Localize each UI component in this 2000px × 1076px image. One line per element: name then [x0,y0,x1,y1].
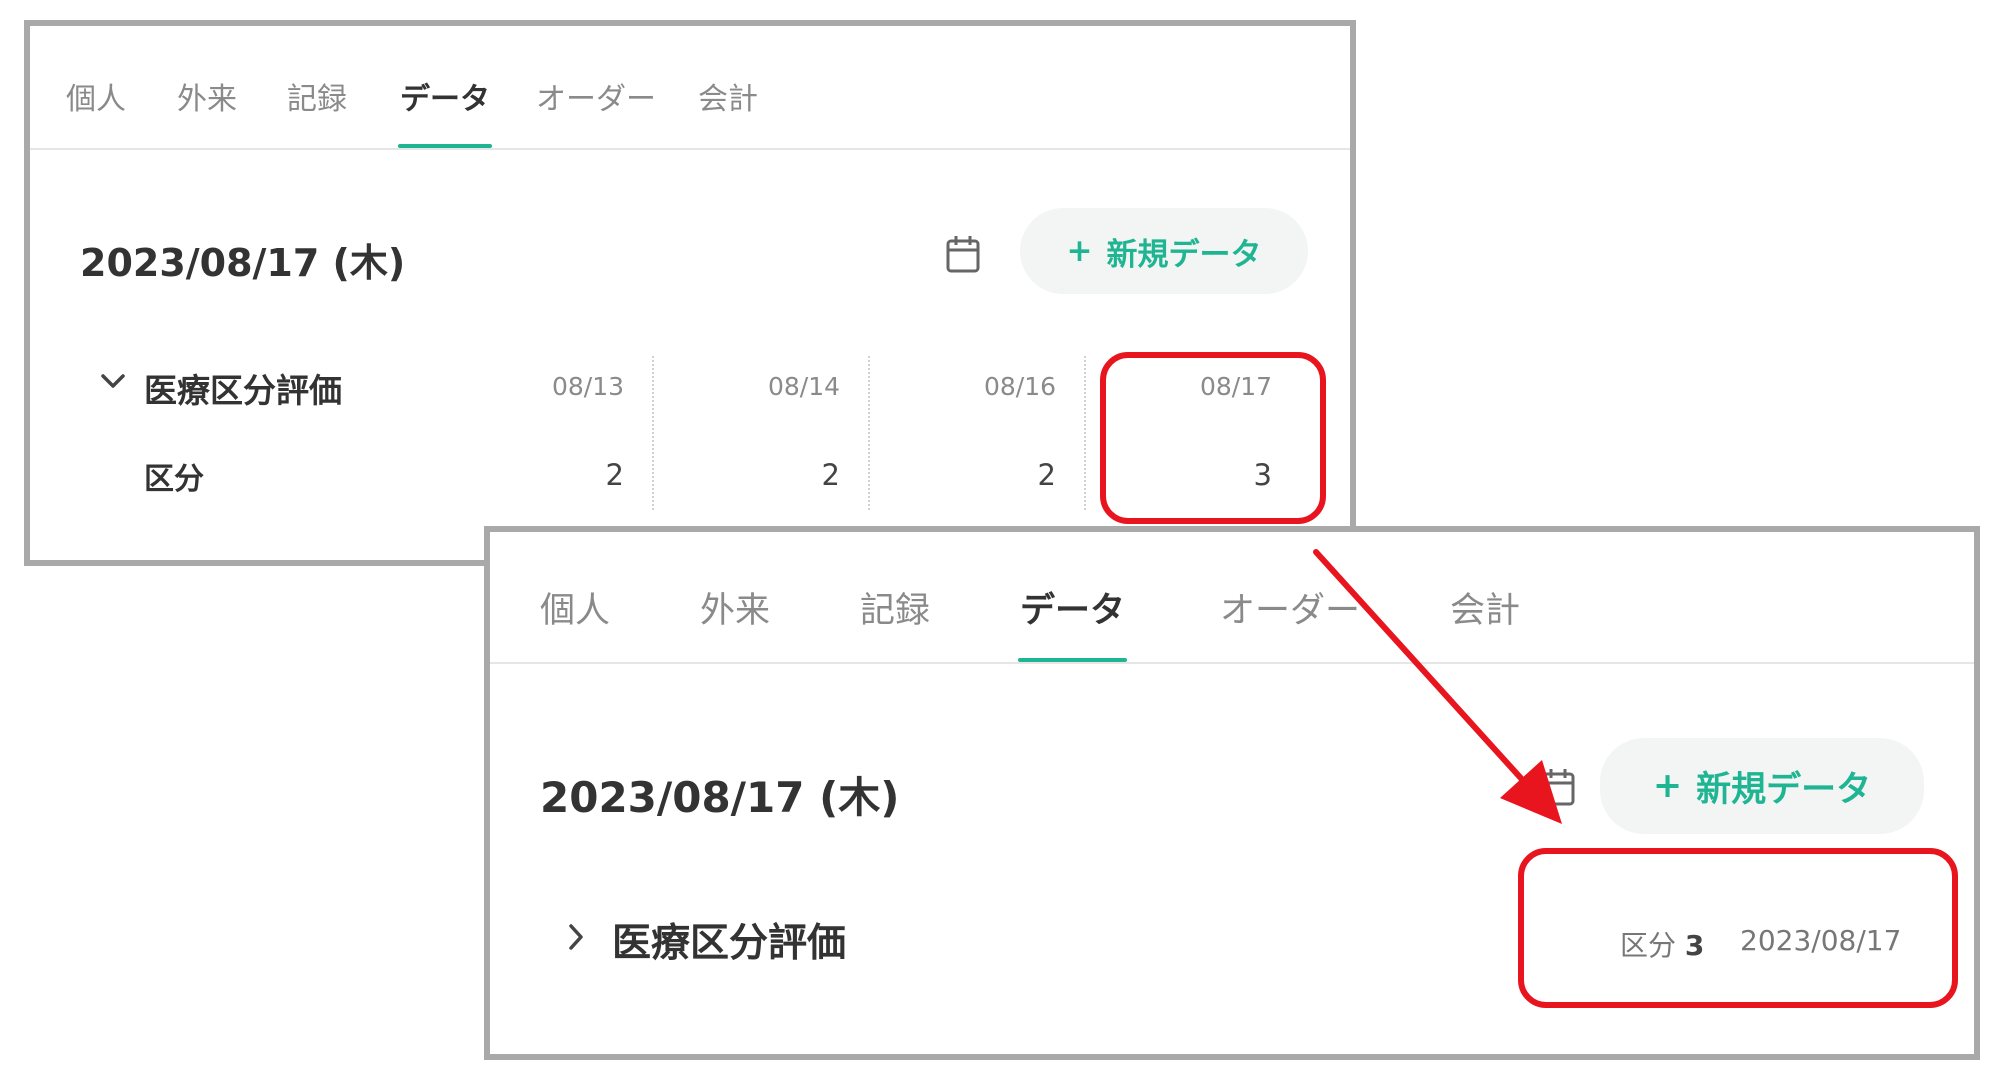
red-arrow-icon [1313,549,1562,824]
